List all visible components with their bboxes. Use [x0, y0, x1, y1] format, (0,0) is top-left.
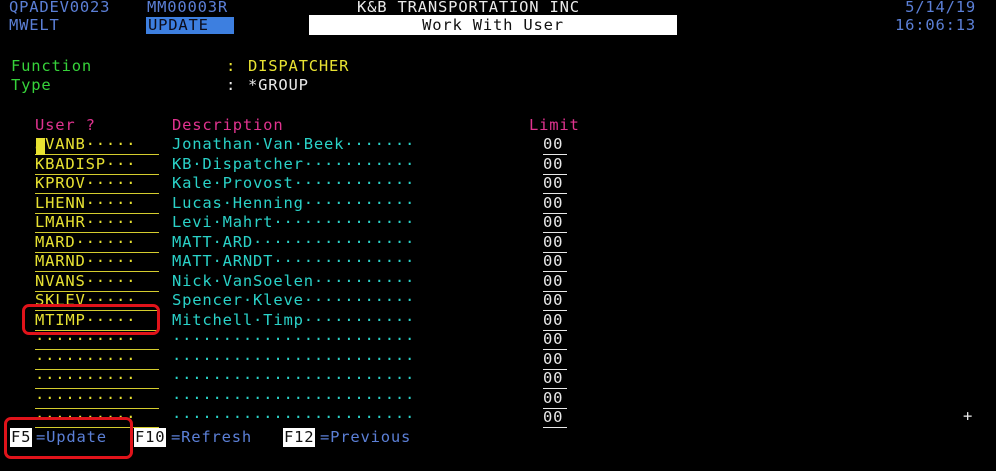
limit-field[interactable]: 00 — [543, 291, 567, 311]
user-field[interactable]: KBADISP··· — [35, 155, 159, 175]
description-field[interactable]: Lucas·Henning··········· — [172, 194, 482, 213]
user-field[interactable]: MARD······ — [35, 233, 159, 253]
function-colon: : — [226, 57, 237, 75]
limit-field[interactable]: 00 — [543, 408, 567, 428]
limit-field[interactable]: 00 — [543, 233, 567, 253]
limit-field[interactable]: 00 — [543, 369, 567, 389]
mode-badge: UPDATE — [146, 17, 234, 34]
system-date: 5/14/19 — [905, 0, 976, 16]
user-field[interactable]: NVANS····· — [35, 272, 159, 292]
user-field[interactable]: KPROV····· — [35, 174, 159, 194]
more-records-indicator: + — [963, 407, 974, 425]
column-header-user: User ? — [35, 116, 96, 134]
column-header-description: Description — [172, 116, 284, 134]
highlight-mtimp-row — [22, 304, 160, 335]
limit-field[interactable]: 00 — [543, 272, 567, 292]
user-field[interactable]: ·········· — [35, 369, 159, 389]
description-field[interactable]: MATT·ARNDT·············· — [172, 252, 482, 271]
limit-field[interactable]: 00 — [543, 350, 567, 370]
system-time: 16:06:13 — [894, 16, 976, 34]
limit-field[interactable]: 00 — [543, 330, 567, 350]
limit-field[interactable]: 00 — [543, 155, 567, 175]
system-id: QPADEV0023 — [9, 0, 111, 16]
highlight-f5-update — [4, 417, 133, 459]
function-value: DISPATCHER — [248, 57, 350, 75]
description-field[interactable]: ························ — [172, 389, 482, 408]
limit-field[interactable]: 00 — [543, 252, 567, 272]
description-field[interactable]: ························ — [172, 408, 482, 427]
limit-field[interactable]: 00 — [543, 194, 567, 214]
function-label: Function — [11, 57, 93, 75]
description-field[interactable]: Levi·Mahrt·············· — [172, 213, 482, 232]
description-field[interactable]: Jonathan·Van·Beek······· — [172, 135, 482, 154]
type-colon: : — [226, 76, 237, 94]
f10-label[interactable]: =Refresh — [171, 428, 252, 448]
description-field[interactable]: ························ — [172, 369, 482, 388]
text-cursor — [36, 138, 45, 155]
description-field[interactable]: Spencer·Kleve··········· — [172, 291, 482, 310]
description-field[interactable]: Kale·Provost············ — [172, 174, 482, 193]
column-header-limit: Limit — [529, 116, 580, 134]
description-field[interactable]: KB·Dispatcher··········· — [172, 155, 482, 174]
description-field[interactable]: MATT·ARD················ — [172, 233, 482, 252]
description-field[interactable]: ························ — [172, 330, 482, 349]
user-id: MWELT — [9, 16, 60, 34]
description-field[interactable]: Nick·VanSoelen·········· — [172, 272, 482, 291]
user-field[interactable]: LHENN····· — [35, 194, 159, 214]
limit-field[interactable]: 00 — [543, 213, 567, 233]
description-field[interactable]: ························ — [172, 350, 482, 369]
limit-field[interactable]: 00 — [543, 174, 567, 194]
f12-label[interactable]: =Previous — [320, 428, 411, 448]
user-field[interactable]: LMAHR····· — [35, 213, 159, 233]
user-field[interactable]: ·········· — [35, 350, 159, 370]
program-id: MM00003R — [147, 0, 229, 16]
user-field[interactable]: JVANB····· — [35, 135, 159, 155]
limit-field[interactable]: 00 — [543, 389, 567, 409]
type-value: *GROUP — [248, 76, 309, 94]
user-field[interactable]: MARND····· — [35, 252, 159, 272]
description-field[interactable]: Mitchell·Timp··········· — [172, 311, 482, 330]
limit-field[interactable]: 00 — [543, 135, 567, 155]
f12-key[interactable]: F12 — [283, 428, 316, 447]
limit-field[interactable]: 00 — [543, 311, 567, 331]
user-field[interactable]: ·········· — [35, 389, 159, 409]
screen-title: Work With User — [309, 15, 677, 35]
type-label: Type — [11, 76, 52, 94]
f10-key[interactable]: F10 — [134, 428, 167, 447]
